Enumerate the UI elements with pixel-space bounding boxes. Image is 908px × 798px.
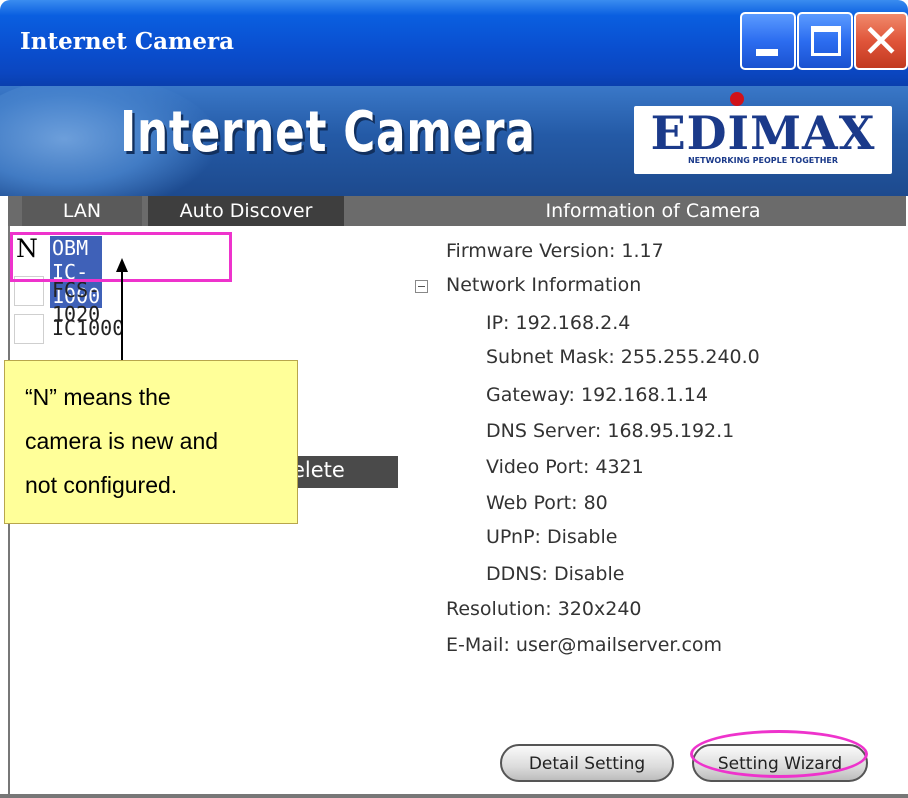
- minimize-button[interactable]: [740, 12, 796, 70]
- logo-tagline: NETWORKING PEOPLE TOGETHER: [687, 156, 839, 165]
- title-bar[interactable]: Internet Camera ✕: [0, 0, 908, 86]
- window-bottom-border: [0, 794, 908, 798]
- subnet-mask: Subnet Mask: 255.255.240.0: [486, 346, 760, 368]
- camera-status-box: [14, 314, 44, 344]
- camera-info-panel: [400, 226, 906, 794]
- gateway: Gateway: 192.168.1.14: [486, 384, 708, 406]
- delete-label: elete: [292, 458, 345, 482]
- ip-address: IP: 192.168.2.4: [486, 312, 631, 334]
- callout-text: “N” means the camera is new and not conf…: [25, 384, 219, 498]
- dns-server: DNS Server: 168.95.192.1: [486, 420, 735, 442]
- app-banner: Internet Camera EDIMAX NETWORKING PEOPLE…: [0, 86, 908, 196]
- callout-note: “N” means the camera is new and not conf…: [4, 360, 298, 524]
- tab-bar: LAN Auto Discover Information of Camera: [8, 196, 906, 226]
- tab-lan[interactable]: LAN: [22, 196, 142, 226]
- ddns-status: DDNS: Disable: [486, 563, 625, 585]
- window-title: Internet Camera: [20, 28, 235, 55]
- maximize-button[interactable]: [797, 12, 853, 70]
- email: E-Mail: user@mailserver.com: [446, 634, 723, 656]
- edimax-logo: EDIMAX NETWORKING PEOPLE TOGETHER: [634, 106, 892, 174]
- logo-dot-icon: [730, 92, 744, 106]
- minimize-icon: [756, 49, 778, 56]
- web-port: Web Port: 80: [486, 492, 608, 514]
- pointer-arrow-icon: [116, 258, 128, 362]
- video-port: Video Port: 4321: [486, 456, 644, 478]
- wizard-highlight: [690, 730, 868, 778]
- detail-setting-button[interactable]: Detail Setting: [500, 744, 674, 782]
- collapse-icon[interactable]: [415, 280, 428, 293]
- upnp-status: UPnP: Disable: [486, 526, 618, 548]
- tab-auto-discover[interactable]: Auto Discover: [148, 196, 344, 226]
- maximize-icon: [811, 26, 841, 56]
- firmware-version: Firmware Version: 1.17: [446, 240, 664, 262]
- logo-text: EDIMAX: [650, 106, 876, 160]
- close-icon: ✕: [861, 14, 901, 68]
- info-header: Information of Camera: [400, 196, 906, 226]
- network-info-header[interactable]: Network Information: [446, 274, 641, 296]
- internet-camera-window: Internet Camera ✕ Internet Camera EDIMAX…: [0, 0, 908, 798]
- banner-title: Internet Camera: [120, 100, 536, 165]
- close-button[interactable]: ✕: [854, 12, 908, 70]
- resolution: Resolution: 320x240: [446, 598, 642, 620]
